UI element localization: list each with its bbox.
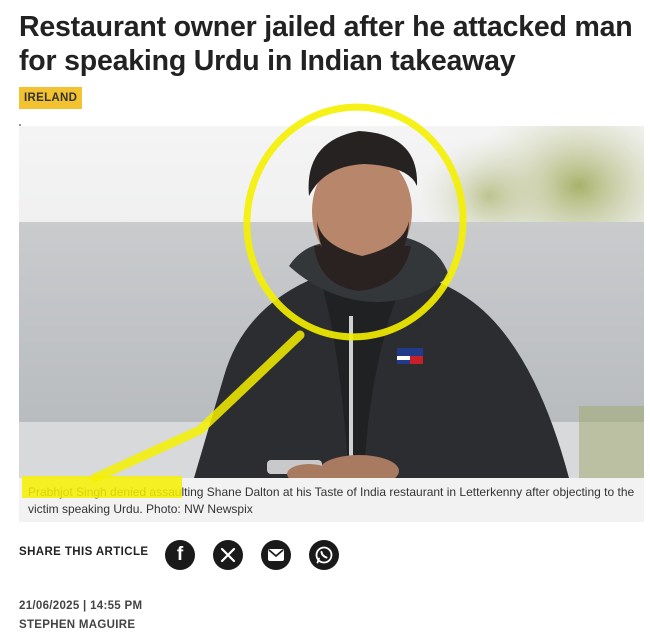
section-tag[interactable]: IRELAND xyxy=(19,87,83,109)
facebook-share-button[interactable]: f xyxy=(165,540,195,570)
share-label: SHARE THIS ARTICLE xyxy=(19,546,149,558)
email-share-button[interactable] xyxy=(261,540,291,570)
caption-text: Prabhjot Singh denied assaulting Shane D… xyxy=(28,485,635,516)
email-icon xyxy=(268,549,284,561)
whatsapp-icon xyxy=(315,546,333,564)
article-date: 21/06/2025 | 14:55 PM xyxy=(19,600,143,612)
x-icon xyxy=(220,547,236,563)
facebook-icon: f xyxy=(176,544,184,565)
article-photo xyxy=(19,126,644,478)
article-headline: Restaurant owner jailed after he attacke… xyxy=(19,11,633,77)
article-author[interactable]: STEPHEN MAGUIRE xyxy=(19,619,135,631)
whatsapp-share-button[interactable] xyxy=(309,540,339,570)
photo-caption: Prabhjot Singh denied assaulting Shane D… xyxy=(19,478,644,522)
x-share-button[interactable] xyxy=(213,540,243,570)
